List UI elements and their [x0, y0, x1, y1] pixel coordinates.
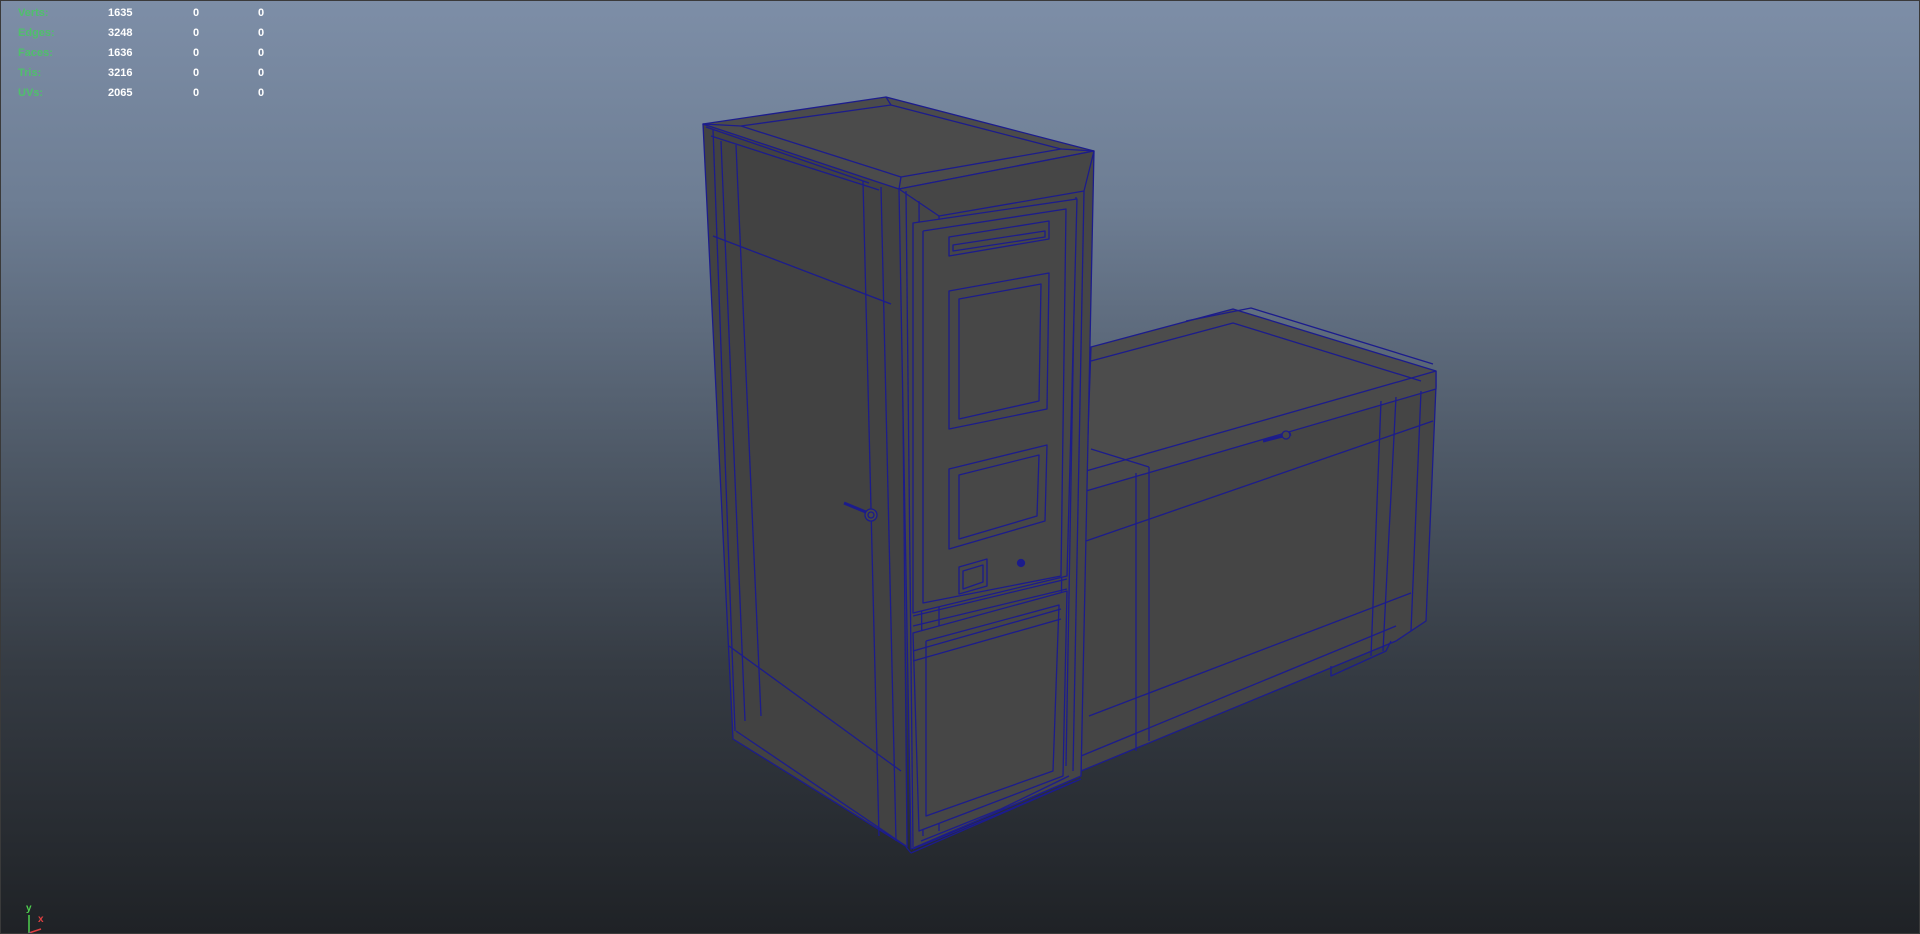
door-button [1016, 558, 1026, 568]
chest-unit [1080, 307, 1437, 772]
cabinet-side [702, 123, 908, 848]
axis-y-label: y [26, 903, 32, 914]
axis-x-label: x [38, 914, 44, 925]
cabinet-front [898, 150, 1095, 854]
wireframe-model[interactable] [1, 1, 1919, 933]
upper-door [912, 198, 1078, 627]
axis-gizmo: y x [21, 903, 51, 933]
3d-viewport[interactable]: Verts: 1635 0 0 Edges: 3248 0 0 Faces: 1… [0, 0, 1920, 934]
